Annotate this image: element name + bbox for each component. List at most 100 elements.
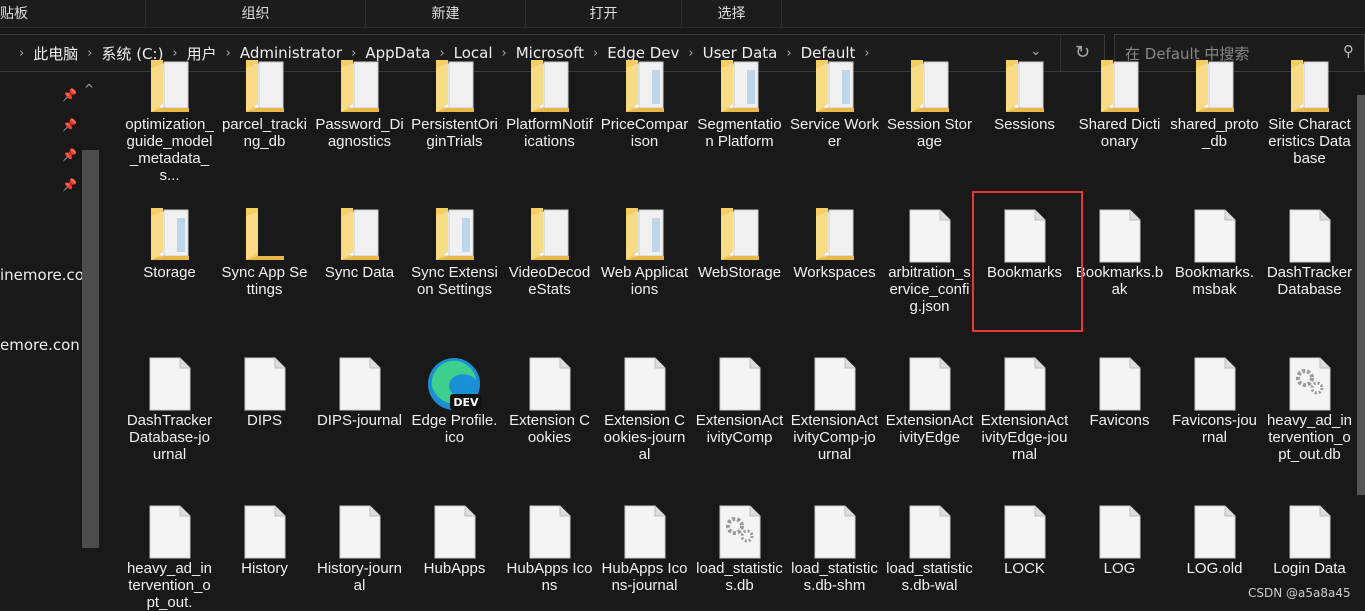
folder-icon (810, 60, 860, 116)
item-label: ExtensionActivityEdge (885, 412, 974, 446)
ribbon-new[interactable]: 新建 (366, 0, 526, 28)
ribbon-select[interactable]: 选择 (682, 0, 782, 28)
file-icon (905, 208, 955, 264)
item-label: PriceComparison (600, 116, 689, 150)
item-label: LOCK (1004, 560, 1045, 577)
item-label: Edge Profile.ico (411, 412, 498, 446)
item-label: WebStorage (697, 264, 782, 281)
item-label: Bookmarks.bak (1075, 264, 1164, 298)
folder-icon (240, 60, 290, 116)
item-label: ExtensionActivityEdge-journal (980, 412, 1069, 463)
item-label: shared_proto_db (1170, 116, 1259, 150)
ribbon-organize[interactable]: 组织 (146, 0, 366, 28)
chevron-right-icon[interactable]: › (19, 46, 24, 61)
nav-item[interactable]: emore.con (0, 336, 80, 354)
item-label: Login Data (1273, 560, 1346, 577)
folder-icon (810, 208, 860, 264)
item-label: Service Worker (790, 116, 879, 150)
folder-icon (620, 208, 670, 264)
chevron-right-icon[interactable]: › (786, 46, 791, 61)
item-label: HubApps Icons (506, 560, 593, 594)
item-label: load_statistics.db-shm (791, 560, 878, 594)
item-label: History-journal (316, 560, 403, 594)
item-label: DashTrackerDatabase (1266, 264, 1353, 298)
file-icon (1095, 504, 1145, 560)
file-icon (905, 504, 955, 560)
item-label: PersistentOriginTrials (411, 116, 498, 150)
file-icon (145, 504, 195, 560)
chevron-right-icon[interactable]: › (226, 46, 231, 61)
file-icon (335, 504, 385, 560)
file-icon (905, 356, 955, 412)
file-icon (1285, 208, 1335, 264)
file-icon (240, 504, 290, 560)
pin-icon: 📌 (62, 118, 77, 132)
file-icon (1095, 208, 1145, 264)
item-label: heavy_ad_intervention_opt_out.db (1266, 412, 1353, 463)
item-label: Site Characteristics Database (1268, 116, 1351, 167)
item-label: HubApps (423, 560, 486, 577)
item-label: arbitration_service_config.json (888, 264, 971, 315)
nav-scrollbar[interactable] (82, 150, 99, 548)
item-label: Segmentation Platform (697, 116, 782, 150)
file-icon (1000, 504, 1050, 560)
ribbon: 粘贴板 组织 新建 打开 选择 (0, 0, 1365, 28)
ribbon-clipboard[interactable]: 粘贴板 (0, 0, 146, 28)
scroll-up-icon[interactable]: ^ (84, 82, 94, 96)
ribbon-open[interactable]: 打开 (526, 0, 682, 28)
item-label: Workspaces (793, 264, 876, 281)
file-icon (620, 504, 670, 560)
file-icon (620, 356, 670, 412)
chevron-right-icon[interactable]: › (688, 46, 693, 61)
item-label: Sync Data (324, 264, 395, 281)
chevron-down-icon[interactable]: ⌄ (1030, 43, 1042, 59)
folder-icon (525, 60, 575, 116)
folder-icon (240, 208, 290, 264)
content-scrollbar[interactable] (1357, 95, 1365, 495)
item-label: LOG (1103, 560, 1136, 577)
nav-item[interactable]: inemore.co (0, 266, 84, 284)
folder-icon (715, 60, 765, 116)
edge-dev-icon: DEV (428, 356, 482, 412)
file-icon (1095, 356, 1145, 412)
item-label: Storage (143, 264, 196, 281)
item-label: Favicons-journal (1171, 412, 1258, 446)
item-label: parcel_tracking_db (221, 116, 308, 150)
file-icon (430, 504, 480, 560)
item-label: Sync Extension Settings (411, 264, 498, 298)
pin-icon: 📌 (62, 88, 77, 102)
file-icon (715, 356, 765, 412)
chevron-right-icon[interactable]: › (351, 46, 356, 61)
chevron-right-icon[interactable]: › (439, 46, 444, 61)
file-icon (335, 356, 385, 412)
folder-icon (715, 208, 765, 264)
file-icon (145, 356, 195, 412)
item-label: LOG.old (1186, 560, 1243, 577)
folder-icon (905, 60, 955, 116)
selection-highlight (972, 191, 1083, 332)
file-icon (810, 356, 860, 412)
item-label: heavy_ad_intervention_opt_out. (126, 560, 213, 611)
chevron-right-icon[interactable]: › (172, 46, 177, 61)
file-icon (525, 356, 575, 412)
folder-icon (335, 60, 385, 116)
file-icon (1190, 504, 1240, 560)
file-icon (1190, 208, 1240, 264)
folder-icon (145, 208, 195, 264)
chevron-right-icon[interactable]: › (87, 46, 92, 61)
folder-icon (620, 60, 670, 116)
folder-icon (430, 60, 480, 116)
search-icon: ⚲ (1343, 42, 1354, 60)
file-icon (1190, 356, 1240, 412)
breadcrumb-item[interactable]: 此电脑 (33, 43, 78, 64)
folder-icon (1000, 60, 1050, 116)
item-label: load_statistics.db-wal (886, 560, 973, 594)
file-icon (525, 504, 575, 560)
settings-file-icon (1285, 356, 1335, 412)
chevron-right-icon[interactable]: › (502, 46, 507, 61)
file-icon (1285, 504, 1335, 560)
item-label: VideoDecodeStats (508, 264, 591, 298)
chevron-right-icon[interactable]: › (864, 46, 869, 61)
svg-text:DEV: DEV (453, 396, 479, 409)
chevron-right-icon[interactable]: › (593, 46, 598, 61)
